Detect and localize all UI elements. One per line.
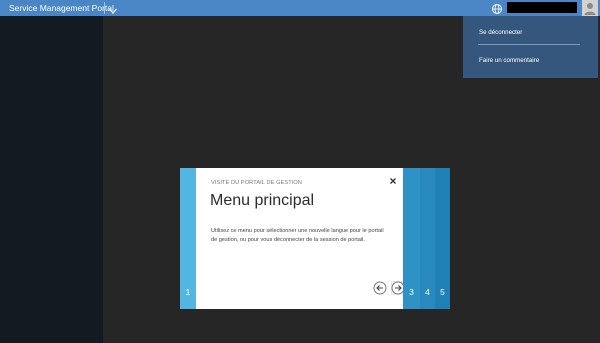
tour-step-tab-4[interactable]: 4 [420,168,435,309]
sign-out-menu-item[interactable]: Se déconnecter [479,29,522,36]
brand-divider [104,2,105,14]
step-number: 5 [440,287,445,297]
globe-icon[interactable] [491,2,503,14]
chevron-down-icon[interactable] [108,3,118,14]
top-bar: Service Management Portal [0,0,600,16]
tour-title: Menu principal [210,192,315,209]
step-number: 4 [425,287,430,297]
avatar[interactable] [582,0,598,16]
tour-step-tab-3[interactable]: 3 [403,168,420,309]
user-menu-dropdown: Se déconnecter Faire un commentaire [463,16,598,78]
step-number: 1 [185,287,191,297]
left-navigation-panel [0,16,103,343]
tour-step-tab-5[interactable]: 5 [435,168,450,309]
tour-card: VISITE DU PORTAIL DE GESTION Menu princi… [196,168,405,309]
tour-description: Utilisez ce menu pour sélectionner une n… [211,228,384,243]
tour-step-tab-1[interactable]: 1 [180,168,196,309]
close-icon[interactable] [388,173,398,184]
portal-title[interactable]: Service Management Portal [9,2,114,14]
menu-divider [478,44,580,45]
tour-dialog: 1 VISITE DU PORTAIL DE GESTION Menu prin… [180,168,450,309]
step-number: 3 [409,287,414,297]
arrow-left-icon[interactable] [373,281,387,295]
feedback-menu-item[interactable]: Faire un commentaire [479,57,539,64]
user-name-box[interactable] [507,2,577,13]
tour-kicker: VISITE DU PORTAIL DE GESTION [211,180,302,186]
